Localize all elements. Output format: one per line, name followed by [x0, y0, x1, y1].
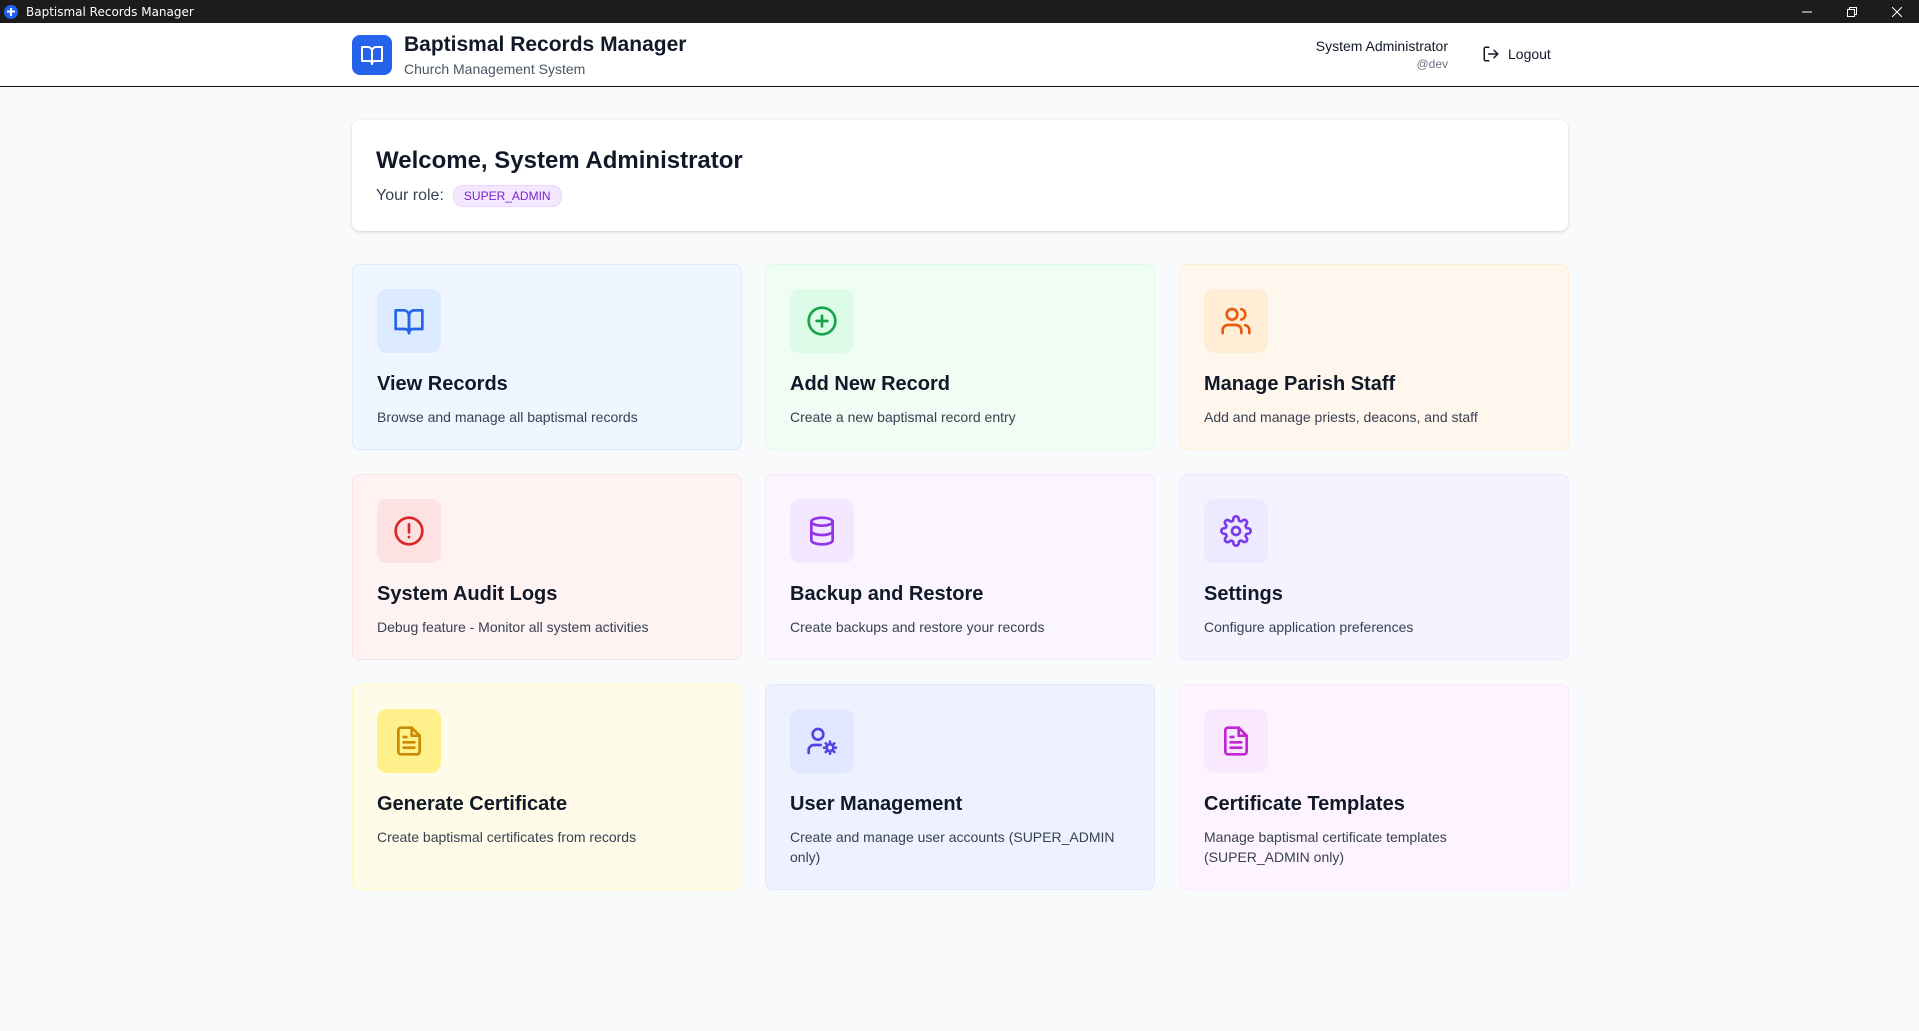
- tile-add-new-record[interactable]: Add New Record Create a new baptismal re…: [765, 264, 1155, 450]
- minimize-button[interactable]: [1784, 0, 1829, 23]
- tile-description: Create a new baptismal record entry: [790, 409, 1016, 425]
- app-header: Baptismal Records Manager Church Managem…: [0, 23, 1919, 87]
- logout-button[interactable]: Logout: [1478, 41, 1555, 67]
- tile-certificate-templates[interactable]: Certificate Templates Manage baptismal c…: [1179, 684, 1569, 890]
- window-title: Baptismal Records Manager: [26, 4, 194, 19]
- tile-title: Manage Parish Staff: [1204, 373, 1396, 395]
- tile-settings[interactable]: Settings Configure application preferenc…: [1179, 474, 1569, 660]
- alert-circle-icon: [377, 499, 441, 563]
- tile-description: Add and manage priests, deacons, and sta…: [1204, 409, 1478, 425]
- app-title: Baptismal Records Manager: [404, 33, 687, 56]
- tile-user-management[interactable]: User Management Create and manage user a…: [765, 684, 1155, 890]
- book-open-icon: [377, 289, 441, 353]
- tile-title: System Audit Logs: [377, 583, 558, 605]
- book-open-icon: [352, 35, 392, 75]
- tile-generate-certificate[interactable]: Generate Certificate Create baptismal ce…: [352, 684, 742, 890]
- user-name: System Administrator: [1315, 38, 1448, 54]
- tile-manage-parish-staff[interactable]: Manage Parish Staff Add and manage pries…: [1179, 264, 1569, 450]
- database-icon: [790, 499, 854, 563]
- tile-title: View Records: [377, 373, 508, 395]
- tile-description: Manage baptismal certificate templates (…: [1204, 829, 1447, 865]
- window-title-bar: Baptismal Records Manager: [0, 0, 1919, 23]
- tile-title: User Management: [790, 793, 963, 815]
- tile-description: Configure application preferences: [1204, 619, 1414, 635]
- gear-icon: [1204, 499, 1268, 563]
- tile-title: Add New Record: [790, 373, 951, 395]
- tile-title: Certificate Templates: [1204, 793, 1405, 815]
- role-badge: SUPER_ADMIN: [452, 185, 562, 207]
- tile-description: Create backups and restore your records: [790, 619, 1045, 635]
- tile-description: Debug feature - Monitor all system activ…: [377, 619, 649, 635]
- role-label: Your role:: [376, 187, 444, 204]
- tile-title: Generate Certificate: [377, 793, 568, 815]
- app-subtitle: Church Management System: [404, 61, 586, 77]
- file-text-icon: [377, 709, 441, 773]
- tile-title: Settings: [1204, 583, 1283, 605]
- logout-icon: [1483, 46, 1499, 62]
- tile-description: Create baptismal certificates from recor…: [377, 829, 637, 845]
- file-text-icon: [1204, 709, 1268, 773]
- role-row: Your role: SUPER_ADMIN: [376, 185, 562, 207]
- welcome-heading: Welcome, System Administrator: [376, 147, 743, 174]
- tile-system-audit-logs[interactable]: System Audit Logs Debug feature - Monito…: [352, 474, 742, 660]
- users-icon: [1204, 289, 1268, 353]
- logout-label: Logout: [1508, 46, 1551, 62]
- tile-title: Backup and Restore: [790, 583, 984, 605]
- welcome-card: Welcome, System Administrator Your role:…: [352, 120, 1568, 231]
- restore-button[interactable]: [1829, 0, 1874, 23]
- tile-description: Browse and manage all baptismal records: [377, 409, 638, 425]
- plus-circle-icon: [790, 289, 854, 353]
- close-button[interactable]: [1874, 0, 1919, 23]
- user-handle: @dev: [1416, 57, 1448, 71]
- tile-description: Create and manage user accounts (SUPER_A…: [790, 829, 1115, 865]
- app-icon: [4, 4, 18, 19]
- tile-backup-and-restore[interactable]: Backup and Restore Create backups and re…: [765, 474, 1155, 660]
- tile-view-records[interactable]: View Records Browse and manage all bapti…: [352, 264, 742, 450]
- user-cog-icon: [790, 709, 854, 773]
